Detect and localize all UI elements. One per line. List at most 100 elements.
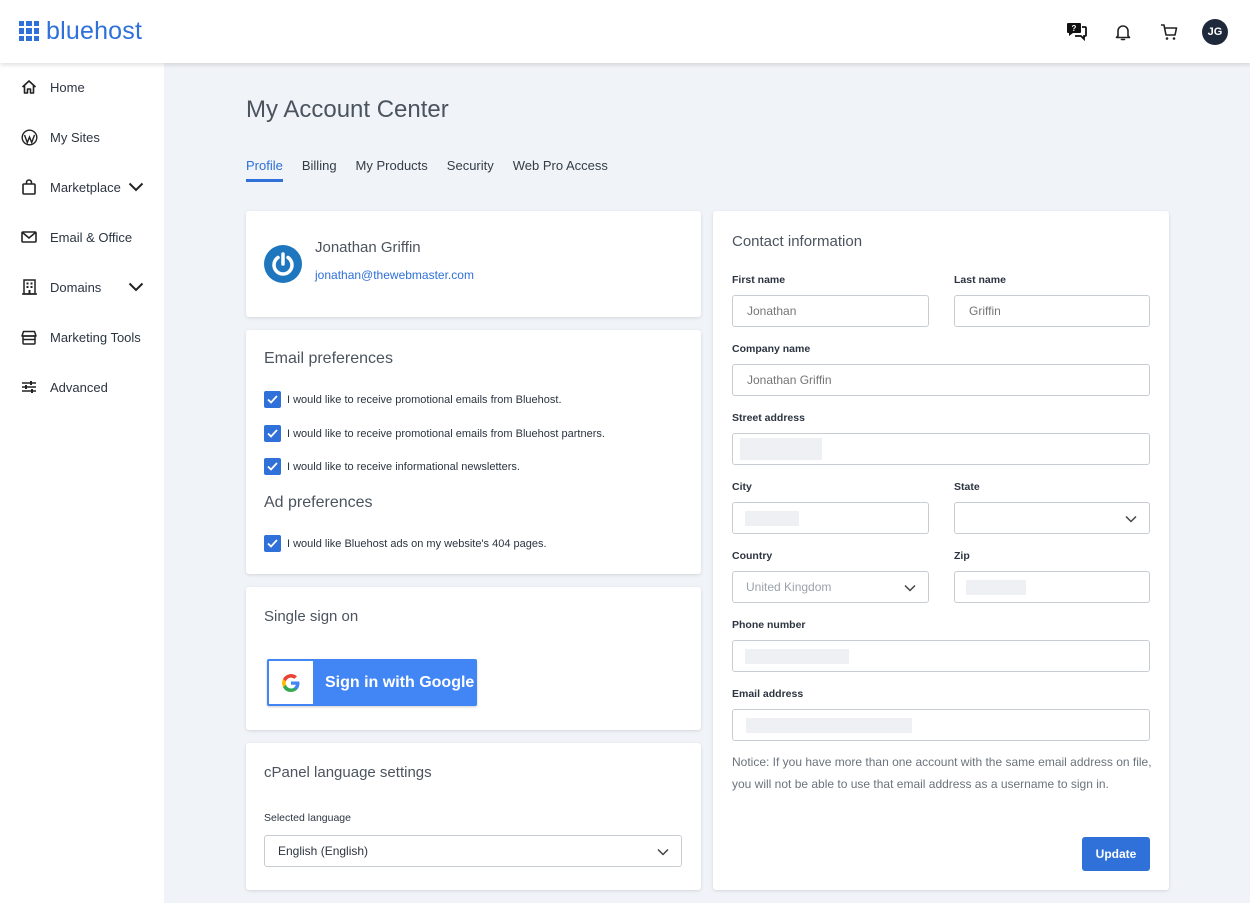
tab-profile[interactable]: Profile: [246, 158, 283, 182]
sso-title: Single sign on: [264, 608, 359, 625]
update-button[interactable]: Update: [1082, 837, 1150, 871]
checkmark-icon: [267, 429, 278, 438]
home-icon: [20, 78, 38, 96]
checkbox-label: I would like Bluehost ads on my website'…: [287, 537, 547, 550]
tab-security[interactable]: Security: [447, 158, 494, 182]
sidebar-item-label: Domains: [50, 279, 102, 295]
chevron-down-icon: [1125, 515, 1137, 523]
sidebar-item-label: Home: [50, 79, 85, 95]
last-name-input[interactable]: [954, 295, 1150, 327]
svg-text:?: ?: [1072, 24, 1077, 33]
profile-email[interactable]: jonathan@thewebmaster.com: [315, 268, 474, 282]
tab-billing[interactable]: Billing: [302, 158, 337, 182]
ad-preferences-title: Ad preferences: [264, 494, 373, 511]
email-label: Email address: [732, 688, 804, 700]
wordpress-icon: [20, 128, 38, 146]
checkbox-label: I would like to receive informational ne…: [287, 460, 520, 473]
zip-input[interactable]: [954, 571, 1150, 603]
email-pref-option[interactable]: I would like to receive promotional emai…: [264, 391, 562, 408]
first-name-input[interactable]: [732, 295, 929, 327]
selected-language-label: Selected language: [264, 812, 351, 824]
checkbox-checked[interactable]: [264, 458, 281, 475]
page-title: My Account Center: [246, 96, 449, 123]
sidebar-item-email-office[interactable]: Email & Office: [0, 217, 164, 257]
brand-name: bluehost: [46, 17, 143, 45]
email-notice: Notice: If you have more than one accoun…: [732, 755, 1152, 791]
cpanel-language-card: cPanel language settings Selected langua…: [246, 743, 701, 890]
phone-input[interactable]: [732, 640, 1150, 672]
contact-title: Contact information: [732, 233, 863, 250]
user-avatar[interactable]: JG: [1202, 19, 1228, 45]
city-label: City: [732, 481, 752, 493]
checkmark-icon: [267, 539, 278, 548]
sidebar: Home My Sites Marketplace Email & Office…: [0, 63, 164, 903]
last-name-label: Last name: [954, 274, 1006, 286]
bluehost-logo[interactable]: bluehost: [19, 18, 142, 44]
google-button-label: Sign in with Google: [325, 673, 475, 691]
company-name-label: Company name: [732, 343, 811, 355]
email-input[interactable]: [732, 709, 1150, 741]
street-address-label: Street address: [732, 412, 805, 424]
sso-card: Single sign on Sign in with Google: [246, 587, 701, 730]
profile-name: Jonathan Griffin: [315, 239, 421, 256]
redacted-value: [745, 648, 849, 664]
shopping-bag-icon: [20, 178, 38, 196]
sidebar-item-home[interactable]: Home: [0, 67, 164, 107]
checkbox-label: I would like to receive promotional emai…: [287, 393, 562, 406]
redacted-value: [745, 510, 799, 526]
first-name-label: First name: [732, 274, 786, 286]
city-input[interactable]: [732, 502, 929, 534]
chevron-down-icon: [128, 182, 144, 192]
street-address-input[interactable]: [732, 433, 1150, 465]
google-icon: [269, 661, 313, 704]
company-name-input[interactable]: [732, 364, 1150, 396]
chevron-down-icon: [904, 584, 916, 592]
building-icon: [20, 278, 38, 296]
sidebar-item-label: Email & Office: [50, 229, 133, 245]
email-pref-option[interactable]: I would like to receive informational ne…: [264, 458, 520, 475]
preferences-card: Email preferences I would like to receiv…: [246, 330, 701, 574]
phone-label: Phone number: [732, 619, 806, 631]
state-label: State: [954, 481, 980, 493]
sidebar-item-marketplace[interactable]: Marketplace: [0, 167, 164, 207]
tab-web-pro-access[interactable]: Web Pro Access: [513, 158, 608, 182]
account-tabs: Profile Billing My Products Security Web…: [246, 158, 627, 182]
cpanel-title: cPanel language settings: [264, 764, 432, 781]
sidebar-item-label: Advanced: [50, 379, 108, 395]
email-preferences-title: Email preferences: [264, 350, 393, 367]
sidebar-item-marketing-tools[interactable]: Marketing Tools: [0, 317, 164, 357]
sidebar-item-my-sites[interactable]: My Sites: [0, 117, 164, 157]
checkbox-label: I would like to receive promotional emai…: [287, 427, 605, 440]
chevron-down-icon: [657, 848, 669, 856]
sidebar-item-advanced[interactable]: Advanced: [0, 367, 164, 407]
sign-in-with-google-button[interactable]: Sign in with Google: [267, 659, 477, 706]
checkmark-icon: [267, 395, 278, 404]
profile-avatar: [264, 245, 302, 283]
top-bar: bluehost ? JG: [0, 0, 1250, 63]
contact-information-card: Contact information First name Last name…: [713, 211, 1169, 890]
sidebar-item-label: Marketplace: [50, 179, 121, 195]
country-select[interactable]: United Kingdom: [732, 571, 929, 603]
cart-icon[interactable]: [1156, 19, 1182, 45]
email-pref-option[interactable]: I would like to receive promotional emai…: [264, 425, 605, 442]
checkmark-icon: [267, 462, 278, 471]
language-value: English (English): [278, 844, 369, 858]
storefront-icon: [20, 328, 38, 346]
country-label: Country: [732, 550, 773, 562]
profile-card: Jonathan Griffin jonathan@thewebmaster.c…: [246, 211, 701, 317]
checkbox-checked[interactable]: [264, 425, 281, 442]
sliders-icon: [20, 378, 38, 396]
tab-my-products[interactable]: My Products: [356, 158, 428, 182]
sidebar-item-domains[interactable]: Domains: [0, 267, 164, 307]
state-select[interactable]: [954, 502, 1150, 534]
envelope-icon: [20, 228, 38, 246]
help-chat-icon[interactable]: ?: [1064, 19, 1090, 45]
checkbox-checked[interactable]: [264, 391, 281, 408]
language-select[interactable]: English (English): [264, 835, 682, 867]
power-logo-icon: [272, 252, 294, 276]
ad-pref-option[interactable]: I would like Bluehost ads on my website'…: [264, 535, 547, 552]
sidebar-item-label: Marketing Tools: [50, 329, 141, 345]
checkbox-checked[interactable]: [264, 535, 281, 552]
redacted-value: [966, 579, 1026, 595]
bell-icon[interactable]: [1110, 19, 1136, 45]
